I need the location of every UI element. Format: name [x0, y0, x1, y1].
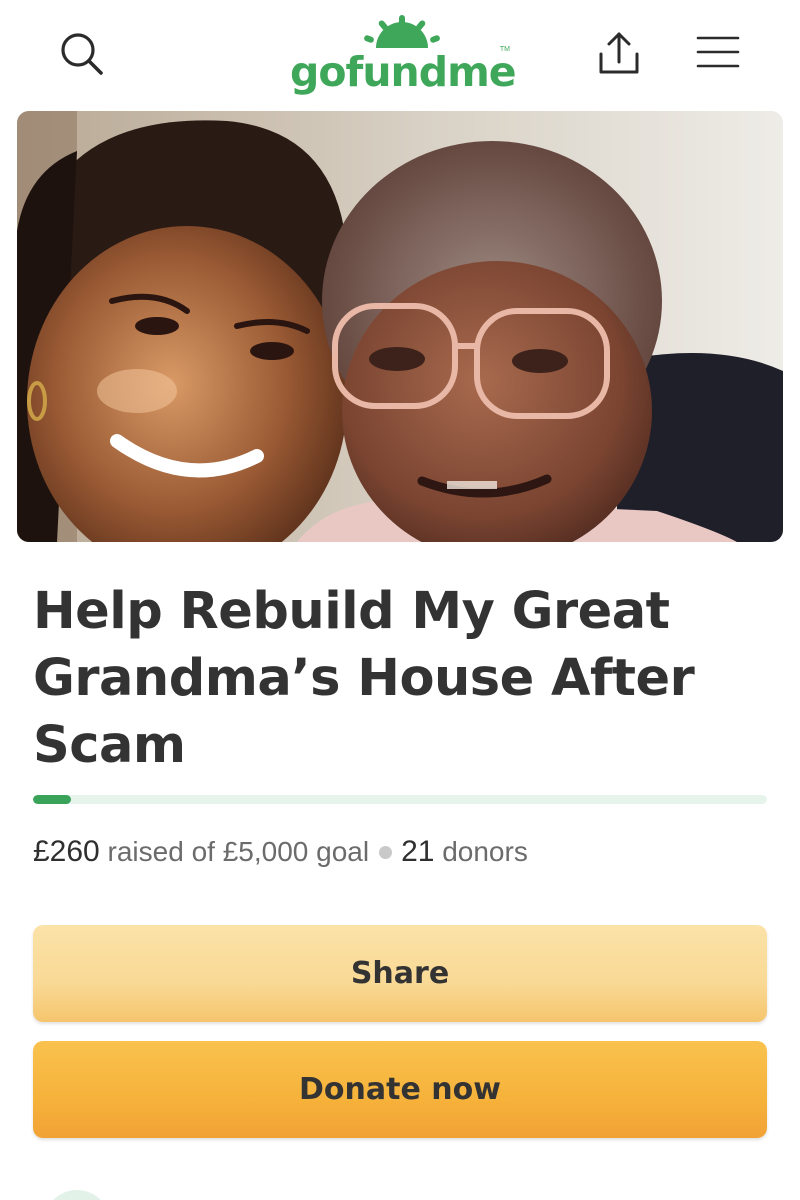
share-button[interactable]: Share: [33, 925, 767, 1022]
campaign-hero-photo: [17, 111, 783, 542]
gofundme-logo[interactable]: gofundme TM: [290, 14, 517, 96]
progress-bar-fill: [33, 795, 72, 804]
menu-button[interactable]: [694, 32, 742, 72]
donate-now-button[interactable]: Donate now: [33, 1041, 767, 1138]
separator-dot: [379, 845, 393, 859]
logo-wordmark: gofundme: [290, 48, 517, 96]
donors-label: donors: [442, 836, 528, 867]
hero-photo-illustration: [17, 111, 783, 542]
logo-sun-rays-icon: [364, 15, 440, 48]
hamburger-menu-icon: [696, 36, 740, 68]
logo-trademark: TM: [499, 46, 510, 53]
top-nav-bar: gofundme TM: [0, 0, 800, 108]
search-icon: [61, 33, 103, 75]
search-button[interactable]: [58, 30, 106, 78]
raised-of-goal-text: raised of £5,000 goal: [107, 836, 370, 867]
upload-share-icon: [599, 32, 639, 74]
share-page-button[interactable]: [594, 28, 644, 78]
fundraising-progress-bar: [33, 795, 767, 804]
donors-count: 21: [401, 835, 435, 868]
raised-amount: £260: [33, 835, 100, 868]
fundraising-stats: £260 raised of £5,000 goal 21 donors: [33, 834, 528, 870]
campaign-title: Help Rebuild My Great Grandma’s House Af…: [33, 582, 695, 775]
organizer-avatar: [44, 1190, 110, 1200]
